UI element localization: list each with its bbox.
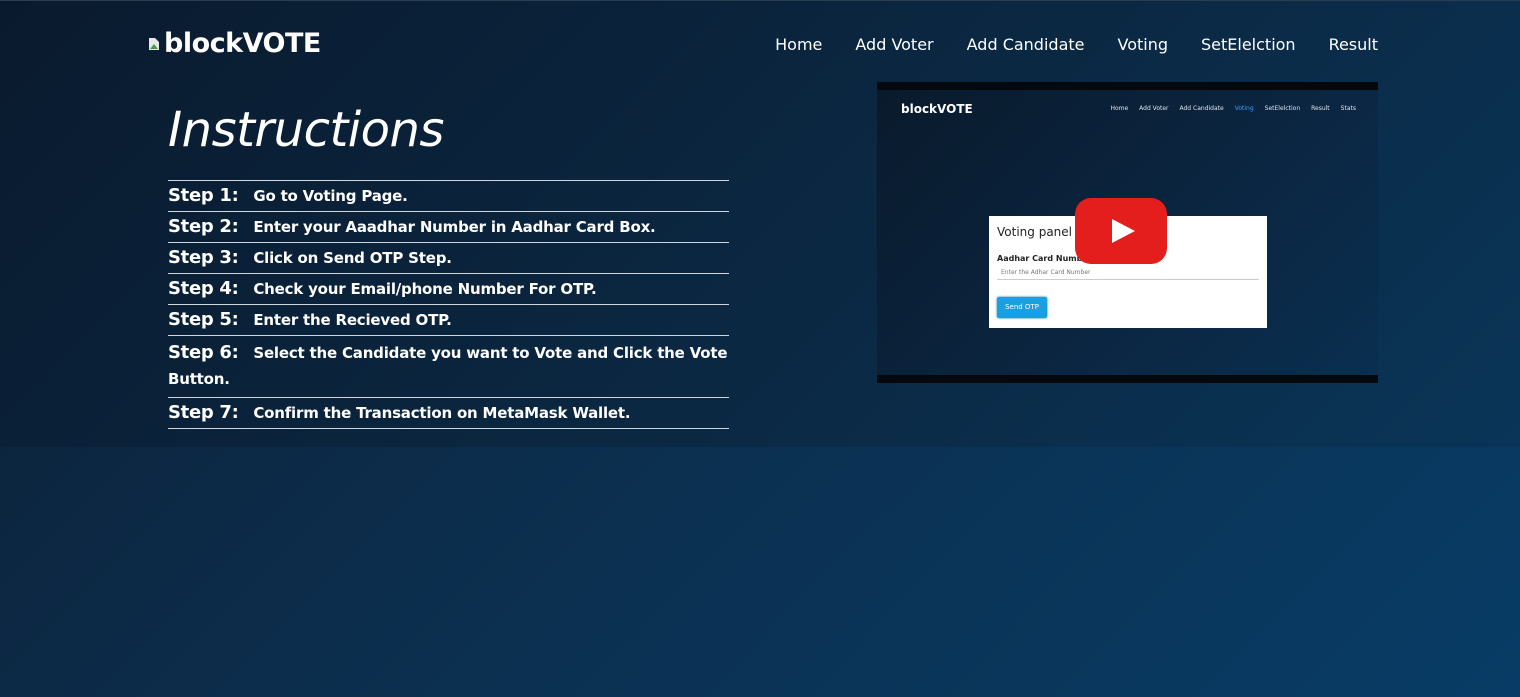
- video-nav-item-active: Voting: [1234, 105, 1254, 112]
- video-nav-item: Add Voter: [1139, 105, 1169, 112]
- logo[interactable]: blockVOTE: [147, 28, 321, 59]
- play-triangle-icon: [1112, 219, 1135, 243]
- step-3: Step 3: Click on Send OTP Step.: [168, 243, 729, 274]
- step-text: Check your Email/phone Number For OTP.: [253, 280, 597, 298]
- step-label: Step 1:: [168, 185, 239, 206]
- nav-voting[interactable]: Voting: [1117, 35, 1168, 54]
- page-title: Instructions: [168, 102, 444, 158]
- nav-add-candidate[interactable]: Add Candidate: [967, 35, 1085, 54]
- step-4: Step 4: Check your Email/phone Number Fo…: [168, 274, 729, 305]
- step-label: Step 2:: [168, 216, 239, 237]
- nav-set-election[interactable]: SetElelction: [1201, 35, 1296, 54]
- step-text: Select the Candidate you want to Vote an…: [168, 344, 728, 388]
- step-text: Enter your Aaadhar Number in Aadhar Card…: [253, 218, 656, 236]
- step-label: Step 3:: [168, 247, 239, 268]
- instruction-steps: Step 1: Go to Voting Page. Step 2: Enter…: [168, 180, 729, 429]
- logo-text: blockVOTE: [164, 28, 321, 59]
- step-text: Confirm the Transaction on MetaMask Wall…: [253, 404, 631, 422]
- step-text: Click on Send OTP Step.: [253, 249, 452, 267]
- step-5: Step 5: Enter the Recieved OTP.: [168, 305, 729, 336]
- video-nav-item: Result: [1311, 105, 1330, 112]
- video-nav-item: SetElelction: [1264, 105, 1301, 112]
- main-nav: Home Add Voter Add Candidate Voting SetE…: [775, 35, 1378, 54]
- broken-image-icon: [147, 37, 163, 51]
- panel-title: Voting panel: [997, 225, 1072, 239]
- step-6: Step 6: Select the Candidate you want to…: [168, 336, 729, 398]
- step-7: Step 7: Confirm the Transaction on MetaM…: [168, 398, 729, 429]
- step-1: Step 1: Go to Voting Page.: [168, 181, 729, 212]
- video-nav-item: Add Candidate: [1179, 105, 1224, 112]
- step-label: Step 6:: [168, 342, 239, 363]
- panel-field-placeholder: Enter the Adhar Card Number: [997, 266, 1259, 280]
- video-nav-item: Stats: [1340, 105, 1356, 112]
- step-text: Go to Voting Page.: [253, 187, 408, 205]
- tutorial-video[interactable]: blockVOTE Home Add Voter Add Candidate V…: [877, 82, 1378, 383]
- panel-send-otp-button: Send OTP: [997, 297, 1047, 318]
- video-nav-item: Home: [1110, 105, 1129, 112]
- step-label: Step 5:: [168, 309, 239, 330]
- step-text: Enter the Recieved OTP.: [253, 311, 452, 329]
- youtube-play-icon[interactable]: [1075, 198, 1167, 264]
- step-2: Step 2: Enter your Aaadhar Number in Aad…: [168, 212, 729, 243]
- step-label: Step 7:: [168, 402, 239, 423]
- nav-add-voter[interactable]: Add Voter: [855, 35, 933, 54]
- video-nav: Home Add Voter Add Candidate Voting SetE…: [1110, 105, 1356, 112]
- nav-result[interactable]: Result: [1329, 35, 1378, 54]
- nav-home[interactable]: Home: [775, 35, 822, 54]
- video-logo-text: blockVOTE: [901, 102, 973, 116]
- step-label: Step 4:: [168, 278, 239, 299]
